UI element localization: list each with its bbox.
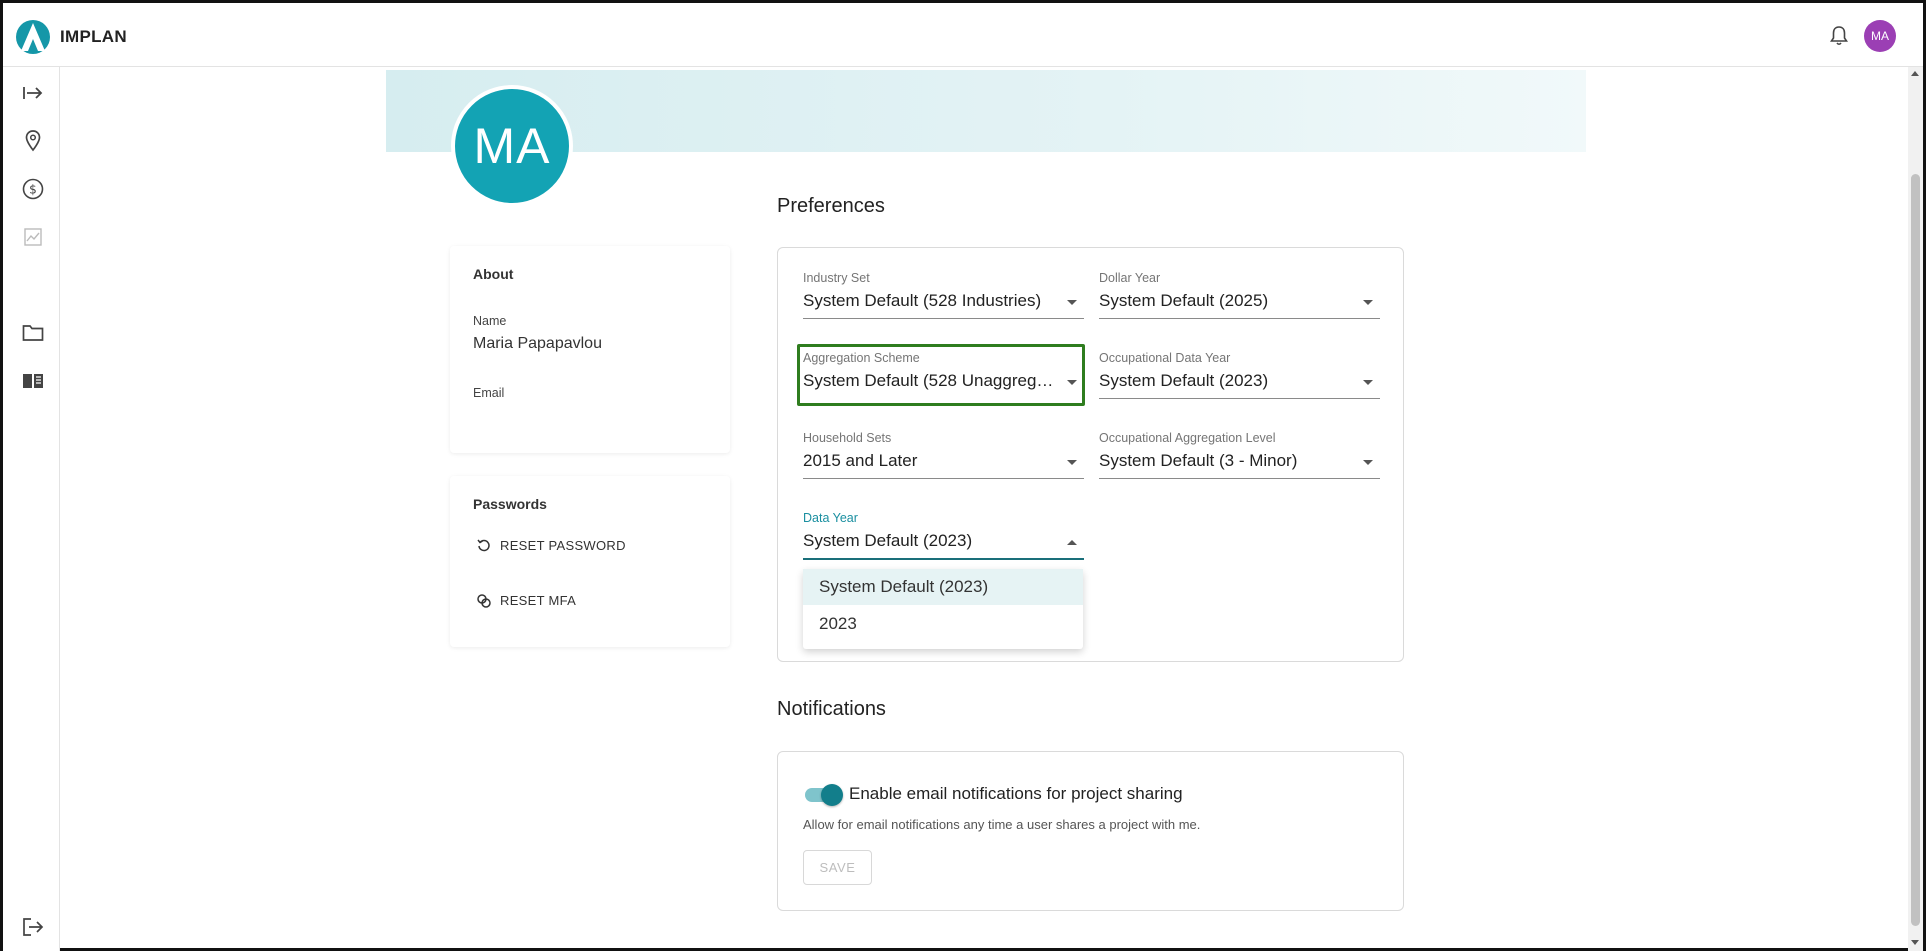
occupational-data-year-select[interactable]: Occupational Data Year System Default (2… [1099,351,1380,403]
data-year-label: Data Year [803,511,858,525]
about-title: About [473,266,514,282]
profile-avatar: MA [451,85,573,207]
user-avatar[interactable]: MA [1864,20,1896,52]
industry-set-label: Industry Set [803,271,870,285]
toggle-label: Enable email notifications for project s… [849,784,1183,803]
scrollbar-thumb[interactable] [1911,174,1920,926]
logout-icon[interactable] [21,915,45,939]
app-name: IMPLAN [60,27,127,46]
reset-password-label: RESET PASSWORD [500,538,626,553]
about-card: About Name Maria Papapavlou Email [450,246,730,453]
reset-mfa-button[interactable]: RESET MFA [477,593,576,608]
occupational-aggregation-level-value: System Default (3 - Minor) [1099,451,1298,470]
dropdown-arrow-icon [1363,460,1373,465]
data-year-option[interactable]: 2023 [803,606,1083,642]
svg-text:$: $ [29,183,37,197]
mfa-icon [477,593,491,608]
occupational-data-year-value: System Default (2023) [1099,371,1269,390]
dropdown-arrow-icon [1067,460,1077,465]
scroll-down-arrow-icon[interactable] [1911,940,1919,945]
industry-set-select[interactable]: Industry Set System Default (528 Industr… [803,271,1084,323]
household-sets-value: 2015 and Later [803,451,918,470]
dropdown-arrow-icon [1067,380,1077,385]
folder-icon[interactable] [21,321,45,345]
chart-icon [21,225,45,249]
data-year-dropdown-menu: System Default (2023) 2023 [803,569,1083,649]
dropdown-arrow-icon [1363,300,1373,305]
dollar-year-value: System Default (2025) [1099,291,1269,310]
name-label: Name [473,314,507,328]
household-sets-select[interactable]: Household Sets 2015 and Later [803,431,1084,483]
name-value: Maria Papapavlou [473,335,602,352]
expand-sidebar-icon[interactable] [21,81,45,105]
notifications-description: Allow for email notifications any time a… [803,817,1201,832]
occupational-aggregation-level-select[interactable]: Occupational Aggregation Level System De… [1099,431,1380,483]
dropdown-arrow-icon [1067,300,1077,305]
email-notifications-toggle[interactable] [803,784,843,806]
dollar-icon[interactable]: $ [21,177,45,201]
data-year-option[interactable]: System Default (2023) [803,569,1083,605]
top-bar: IMPLAN MA [3,3,1923,67]
occupational-aggregation-level-label: Occupational Aggregation Level [1099,431,1276,445]
passwords-card: Passwords RESET PASSWORD RESET MFA [450,476,730,647]
household-sets-label: Household Sets [803,431,892,445]
dollar-year-select[interactable]: Dollar Year System Default (2025) [1099,271,1380,323]
notifications-title: Notifications [777,698,886,720]
aggregation-scheme-label: Aggregation Scheme [803,351,920,365]
email-label: Email [473,386,505,400]
industry-set-value: System Default (528 Industries) [803,291,1042,310]
dropdown-arrow-up-icon [1067,540,1077,545]
bell-icon[interactable] [1829,25,1849,47]
save-button[interactable]: SAVE [803,850,872,885]
aggregation-scheme-value: System Default (528 Unaggregated) [803,371,1059,390]
reset-mfa-label: RESET MFA [500,593,577,608]
preferences-title: Preferences [777,195,885,217]
reset-password-button[interactable]: RESET PASSWORD [477,538,626,553]
aggregation-scheme-select[interactable]: Aggregation Scheme System Default (528 U… [803,351,1084,403]
implan-logo-icon[interactable] [15,19,51,55]
location-pin-icon[interactable] [21,129,45,153]
data-year-value: System Default (2023) [803,531,973,550]
reset-icon [477,539,490,551]
dropdown-arrow-icon [1363,380,1373,385]
data-year-select[interactable]: Data Year System Default (2023) [803,511,1084,563]
book-icon[interactable] [21,369,45,393]
passwords-title: Passwords [473,496,547,512]
occupational-data-year-label: Occupational Data Year [1099,351,1231,365]
sidebar: $ [3,67,60,951]
scroll-up-arrow-icon[interactable] [1911,71,1919,76]
dollar-year-label: Dollar Year [1099,271,1161,285]
